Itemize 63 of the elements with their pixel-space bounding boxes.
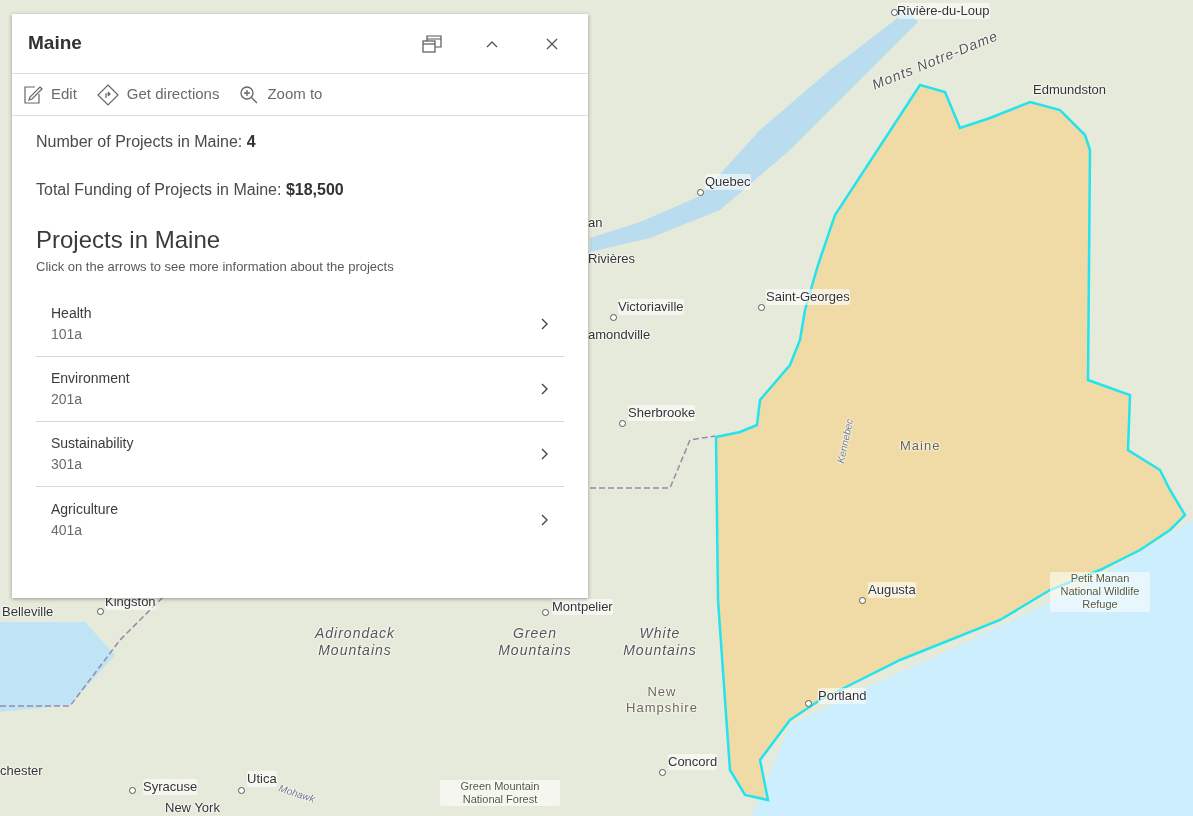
chevron-right-icon bbox=[540, 383, 548, 396]
map-label: Green Mountains bbox=[497, 625, 573, 659]
map-label: New York bbox=[165, 800, 220, 816]
action-button[interactable]: Edit bbox=[23, 81, 77, 108]
map-label: Augusta bbox=[868, 582, 916, 598]
windows-icon bbox=[422, 33, 442, 54]
map-label: Petit Manan National Wildlife Refuge bbox=[1050, 572, 1150, 612]
city-dot bbox=[619, 420, 626, 427]
chevron-up-icon bbox=[486, 39, 498, 48]
close-icon bbox=[546, 37, 558, 50]
city-dot bbox=[697, 189, 704, 196]
city-dot bbox=[891, 9, 898, 16]
section-heading: Projects in Maine bbox=[36, 226, 222, 255]
project-code: 301a bbox=[51, 455, 84, 475]
map-label: Kennebec bbox=[834, 417, 857, 465]
project-name: Environment bbox=[51, 369, 130, 389]
city-dot bbox=[129, 787, 136, 794]
chevron-right-icon bbox=[540, 513, 548, 526]
map-label: Adirondack Mountains bbox=[313, 625, 396, 659]
map-label: an bbox=[588, 215, 603, 231]
action-button[interactable]: Zoom to bbox=[239, 81, 323, 108]
popup-title: Maine bbox=[28, 31, 82, 56]
map-label: Syracuse bbox=[143, 779, 198, 795]
map-label: Green Mountain National Forest bbox=[440, 780, 560, 807]
map-label: Rivières bbox=[588, 251, 635, 267]
chevron-right-icon bbox=[540, 448, 548, 461]
edit-icon bbox=[23, 84, 43, 105]
city-dot bbox=[805, 700, 812, 707]
action-button[interactable]: Get directions bbox=[96, 81, 220, 108]
map-label: Belleville bbox=[2, 604, 54, 620]
project-name: Sustainability bbox=[51, 434, 134, 454]
project-code: 101a bbox=[51, 325, 84, 345]
city-dot bbox=[659, 769, 666, 776]
map-label: amondville bbox=[588, 327, 651, 343]
zoom-in-icon bbox=[239, 84, 260, 105]
city-dot bbox=[859, 597, 866, 604]
info-text: Number of Projects in Maine: 4 bbox=[36, 132, 257, 152]
map-label: Utica bbox=[247, 771, 277, 787]
city-dot bbox=[97, 608, 104, 615]
directions-icon bbox=[96, 83, 119, 106]
chevron-right-icon bbox=[540, 318, 548, 331]
map-label: Saint-Georges bbox=[766, 289, 850, 305]
map-label: Sherbrooke bbox=[628, 405, 696, 421]
city-dot bbox=[610, 314, 617, 321]
city-dot bbox=[238, 787, 245, 794]
map-label: Victoriaville bbox=[618, 299, 684, 315]
city-dot bbox=[758, 304, 765, 311]
map-label: New Hampshire bbox=[625, 684, 699, 716]
map-label: Montpelier bbox=[552, 599, 613, 615]
project-code: 201a bbox=[51, 390, 84, 410]
city-dot bbox=[542, 609, 549, 616]
info-text: Total Funding of Projects in Maine: $18,500 bbox=[36, 180, 345, 200]
project-name: Agriculture bbox=[51, 499, 118, 519]
map-label: Maine bbox=[900, 438, 941, 454]
project-name: Health bbox=[51, 304, 92, 324]
map-label: Portland bbox=[818, 688, 867, 704]
section-description: Click on the arrows to see more information about the projects bbox=[36, 257, 395, 276]
map-label: chester bbox=[0, 763, 43, 779]
map-label: White Mountains bbox=[622, 625, 698, 659]
map-label: Edmundston bbox=[1033, 82, 1106, 98]
project-code: 401a bbox=[51, 520, 84, 540]
map-label: Rivière-du-Loup bbox=[897, 3, 990, 19]
map-label: Concord bbox=[668, 754, 718, 770]
